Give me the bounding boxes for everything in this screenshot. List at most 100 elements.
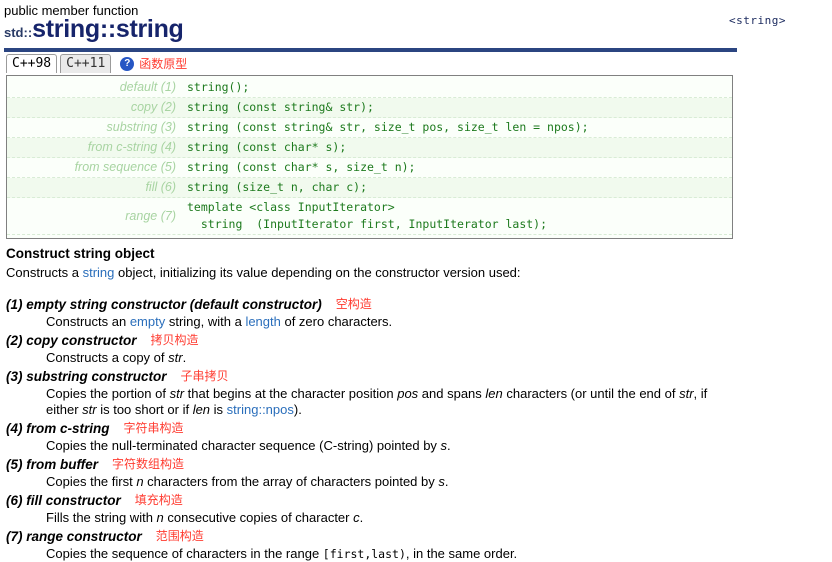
parameter-name: str: [169, 386, 185, 401]
constructor-description: Constructs an empty string, with a lengt…: [46, 314, 832, 330]
inline-link[interactable]: string::npos: [227, 402, 294, 417]
intro-text-after: object, initializing its value depending…: [114, 265, 521, 280]
constructor-description: Copies the first n characters from the a…: [46, 474, 832, 490]
parameter-name: str: [168, 350, 183, 365]
prototype-code: template <class InputIterator> string (I…: [187, 200, 548, 231]
constructor-heading: (6) fill constructor 填充构造: [6, 491, 832, 510]
parameter-name: str: [82, 402, 97, 417]
prototype-code: string();: [187, 80, 250, 94]
constructor-heading-text: (2) copy constructor: [6, 333, 137, 348]
text-run: characters (or until the end of: [502, 386, 680, 401]
section-title: Construct string object: [6, 246, 155, 261]
namespace-label: std::: [4, 25, 33, 40]
prototype-label: range (7): [125, 209, 176, 223]
prototype-row: from c-string (4) string (const char* s)…: [7, 138, 732, 158]
string-link[interactable]: string: [83, 265, 115, 280]
constructor-heading-text: (5) from buffer: [6, 457, 99, 472]
prototype-row: copy (2) string (const string& str);: [7, 98, 732, 118]
constructor-description: Copies the null-terminated character seq…: [46, 438, 832, 454]
header-file-label: <string>: [729, 14, 786, 27]
constructor-heading: (7) range constructor 范围构造: [6, 527, 832, 546]
text-run: .: [359, 510, 364, 525]
page-header: public member function std::string::stri…: [0, 0, 832, 52]
prototype-code: string (const char* s);: [187, 140, 347, 154]
intro-text-before: Constructs a: [6, 265, 83, 280]
prototype-code: string (const char* s, size_t n);: [187, 160, 416, 174]
parameter-name: n: [136, 474, 144, 489]
text-run: of zero characters.: [280, 314, 393, 329]
prototype-row: substring (3) string (const string& str,…: [7, 118, 732, 138]
constructor-heading-text: (1) empty string constructor (default co…: [6, 297, 322, 312]
tab-cpp11[interactable]: C++11: [60, 54, 112, 73]
section-intro: Constructs a string object, initializing…: [6, 264, 832, 281]
constructor-heading: (4) from c-string 字符串构造: [6, 419, 832, 438]
constructor-item: (4) from c-string 字符串构造 Copies the null-t…: [0, 419, 832, 454]
constructor-item: (1) empty string constructor (default co…: [0, 295, 832, 330]
prototype-label: from c-string (4): [87, 140, 176, 154]
text-run: is: [210, 402, 227, 417]
function-name: string::string: [32, 15, 184, 43]
prototype-code: string (const string& str);: [187, 100, 374, 114]
text-run: Copies the null-terminated character seq…: [46, 438, 441, 453]
prototype-row: range (7) template <class InputIterator>…: [7, 198, 732, 235]
text-run: Copies the first: [46, 474, 137, 489]
text-run: Constructs an: [46, 314, 130, 329]
text-run: .: [447, 438, 451, 453]
parameter-name: len: [192, 402, 211, 417]
text-run: Copies the sequence of characters in the…: [46, 546, 323, 561]
prototype-code: string (const string& str, size_t pos, s…: [187, 120, 589, 134]
inline-link[interactable]: empty: [130, 314, 165, 329]
tab-cpp98[interactable]: C++98: [6, 54, 58, 73]
inline-link[interactable]: length: [245, 314, 280, 329]
prototype-row: fill (6) string (size_t n, char c);: [7, 178, 732, 198]
constructor-annotation: 字符串构造: [123, 421, 184, 435]
prototype-label: from sequence (5): [74, 160, 176, 174]
text-run: ).: [293, 402, 302, 417]
constructor-heading-text: (4) from c-string: [6, 421, 110, 436]
constructor-list: (1) empty string constructor (default co…: [0, 295, 832, 562]
text-run: characters from the array of characters …: [143, 474, 439, 489]
standard-version-tabs: C++98 C++11 ? 函数原型: [0, 54, 832, 75]
constructor-heading: (5) from buffer 字符数组构造: [6, 455, 832, 474]
prototype-box: default (1) string(); copy (2) string (c…: [6, 75, 733, 239]
text-run: Copies the portion of: [46, 386, 170, 401]
text-run: and spans: [418, 386, 486, 401]
prototype-code: string (size_t n, char c);: [187, 180, 368, 194]
constructor-heading: (2) copy constructor 拷贝构造: [6, 331, 832, 350]
constructor-description: Fills the string with n consecutive copi…: [46, 510, 832, 526]
parameter-name: n: [156, 510, 164, 525]
prototype-annotation: 函数原型: [139, 57, 188, 71]
constructor-annotation: 子串拷贝: [180, 369, 229, 383]
constructor-annotation: 字符数组构造: [112, 457, 185, 471]
title-divider: [4, 48, 737, 52]
prototype-label: fill (6): [145, 180, 176, 194]
text-run: is too short or if: [96, 402, 193, 417]
text-run: .: [444, 474, 449, 489]
text-run: Fills the string with: [46, 510, 157, 525]
text-run: .: [182, 350, 187, 365]
prototype-label: substring (3): [106, 120, 176, 134]
prototype-label: default (1): [119, 80, 176, 94]
text-run: Constructs a copy of: [46, 350, 169, 365]
constructor-heading: (3) substring constructor 子串拷贝: [6, 367, 832, 386]
prototype-row: default (1) string();: [7, 78, 732, 98]
constructor-heading-text: (6) fill constructor: [6, 493, 121, 508]
constructor-item: (7) range constructor 范围构造 Copies the seq…: [0, 527, 832, 562]
text-run: consecutive copies of character: [163, 510, 354, 525]
text-run: string, with a: [165, 314, 246, 329]
help-annotation-group: ? 函数原型: [120, 55, 187, 72]
parameter-name: len: [485, 386, 503, 401]
constructor-annotation: 范围构造: [155, 529, 204, 543]
constructor-description: Copies the sequence of characters in the…: [46, 546, 832, 562]
text-run: that begins at the character position: [184, 386, 398, 401]
reference-page: public member function std::string::stri…: [0, 0, 832, 561]
constructor-annotation: 拷贝构造: [150, 333, 199, 347]
question-mark-icon[interactable]: ?: [120, 56, 135, 71]
constructor-item: (6) fill constructor 填充构造 Fills the strin…: [0, 491, 832, 526]
constructor-item: (2) copy constructor 拷贝构造 Constructs a co…: [0, 331, 832, 366]
constructor-description: Constructs a copy of str.: [46, 350, 832, 366]
page-title: std::string::string: [4, 15, 832, 44]
constructor-heading-text: (3) substring constructor: [6, 369, 167, 384]
prototype-label: copy (2): [130, 100, 176, 114]
parameter-name: pos: [397, 386, 419, 401]
